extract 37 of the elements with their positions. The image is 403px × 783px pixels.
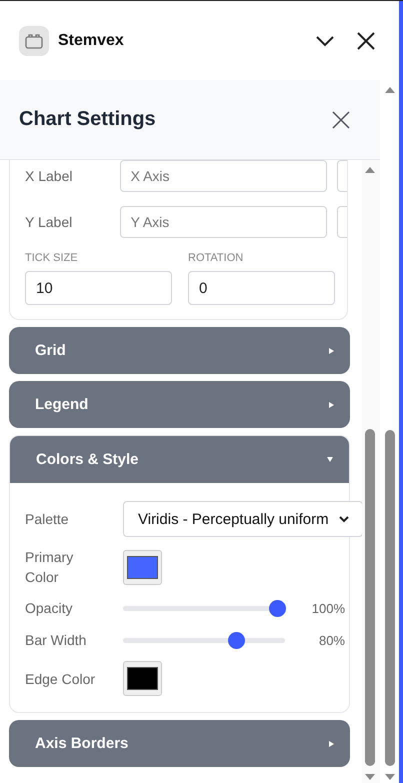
input-field[interactable]: Y Axis — [120, 206, 327, 238]
app-title: Stemvex — [58, 32, 124, 50]
section-title: Legend — [35, 396, 90, 413]
input-field[interactable]: 0 — [188, 271, 335, 305]
slider[interactable] — [123, 632, 285, 648]
section-header[interactable]: Grid — [9, 327, 350, 374]
section-header[interactable]: Colors & Style — [10, 436, 349, 483]
app-icon — [19, 26, 49, 56]
slider[interactable] — [123, 600, 285, 616]
input-field[interactable] — [337, 160, 347, 192]
panel-title: Chart Settings — [19, 108, 157, 131]
section-header[interactable]: Axis Borders — [9, 720, 350, 767]
field-label: Palette — [25, 510, 70, 529]
input-field[interactable]: 10 — [25, 271, 172, 305]
field-label: Edge Color — [25, 670, 96, 688]
field-label: Bar Width — [25, 631, 88, 650]
input-field[interactable]: X Axis — [120, 160, 327, 192]
close-icon[interactable] — [357, 32, 375, 50]
chevron-down-icon — [338, 515, 349, 523]
field-label: Primary Color — [25, 548, 74, 587]
section-header[interactable]: Legend — [9, 381, 350, 428]
value-label: 80% — [318, 632, 345, 648]
field-label: ROTATION — [188, 252, 244, 264]
field-label: X Label — [25, 168, 74, 184]
field-label: Opacity — [25, 599, 74, 618]
dropdown[interactable]: Viridis - Perceptually uniform — [123, 501, 362, 537]
color-swatch[interactable] — [123, 550, 162, 584]
section-title: Colors & Style — [36, 451, 140, 468]
section-title: Grid — [35, 342, 67, 359]
field-label: Y Label — [25, 214, 74, 230]
value-label: 100% — [310, 600, 345, 616]
chevron-down-icon[interactable] — [315, 34, 335, 46]
close-icon[interactable] — [332, 110, 350, 128]
color-swatch[interactable] — [123, 661, 162, 696]
field-label: TICK SIZE — [25, 252, 79, 264]
section-title: Axis Borders — [35, 735, 130, 752]
input-field[interactable] — [337, 206, 347, 238]
